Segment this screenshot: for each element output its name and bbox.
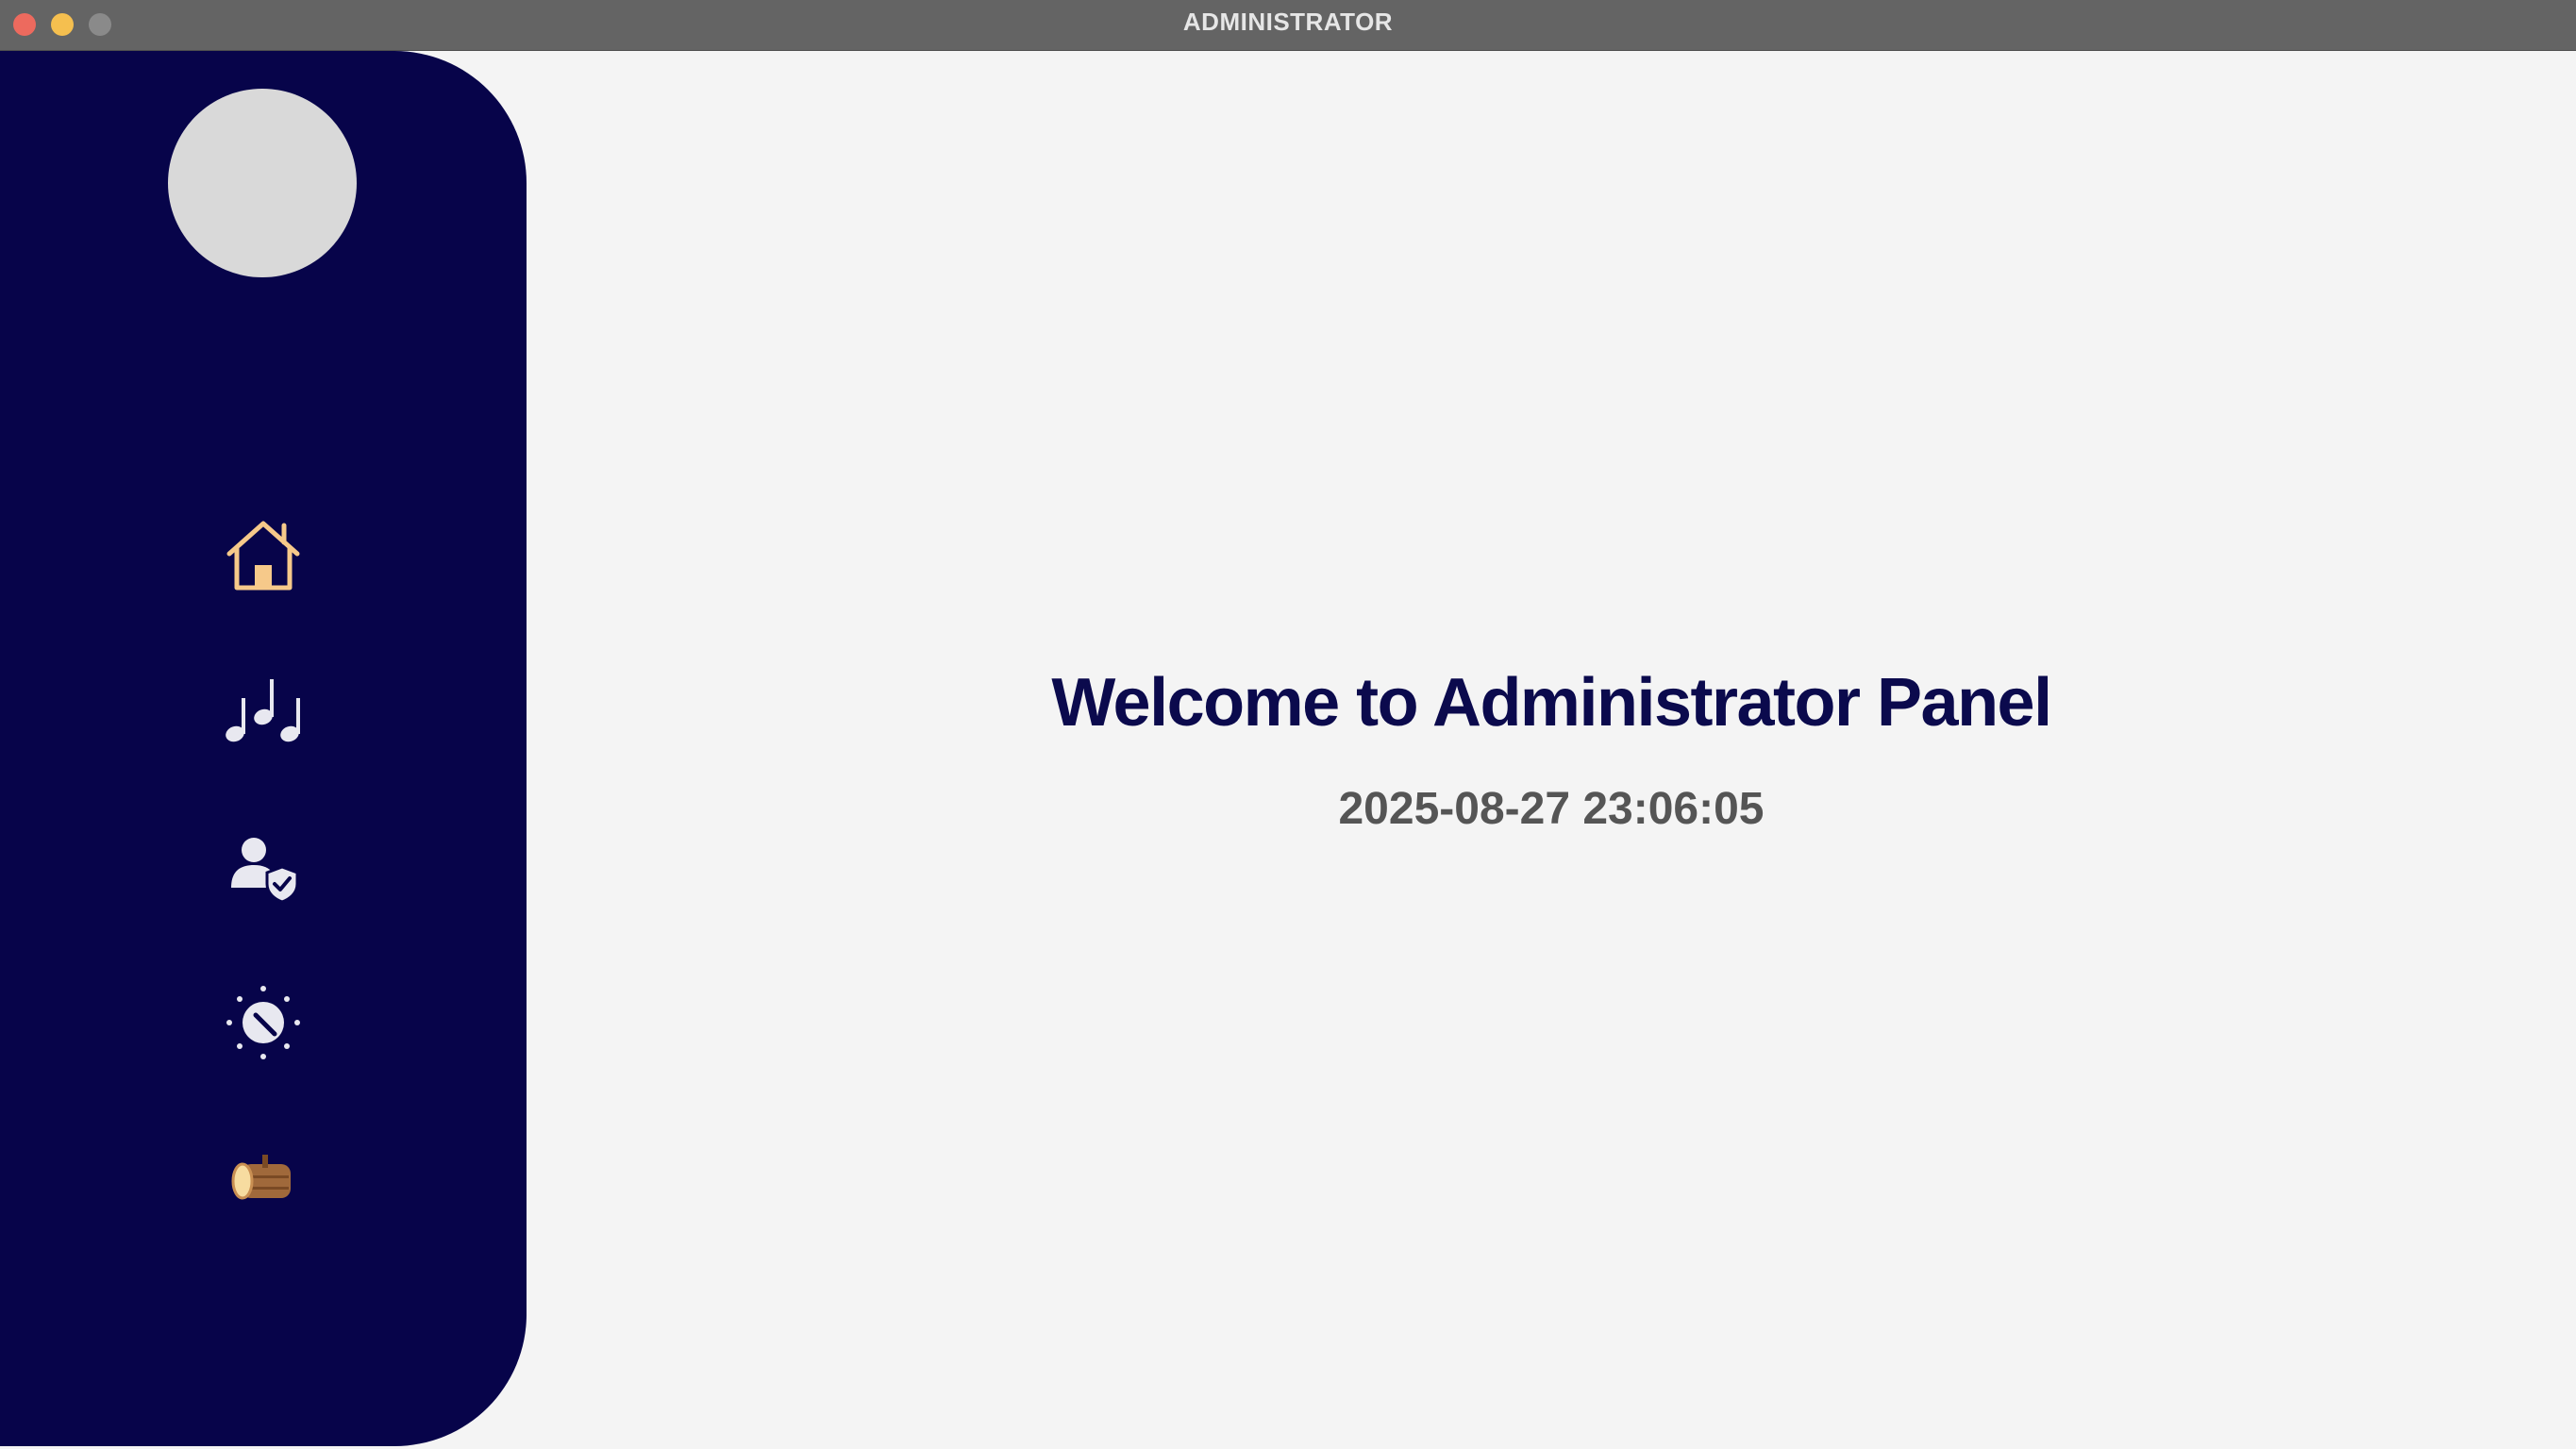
sidebar-item-music[interactable] — [216, 664, 310, 758]
sidebar-item-home[interactable] — [216, 508, 310, 603]
page-title: Welcome to Administrator Panel — [1051, 665, 2052, 741]
app-window: ADMINISTRATOR Welcome to Administrator P… — [0, 0, 2576, 1449]
sidebar-item-logs[interactable] — [216, 1131, 310, 1225]
sidebar — [0, 51, 527, 1446]
sidebar-item-dial[interactable] — [216, 975, 310, 1070]
dial-icon — [226, 986, 300, 1059]
datetime-display: 2025-08-27 23:06:05 — [1338, 784, 1765, 834]
log-icon — [231, 1155, 291, 1200]
window-title: ADMINISTRATOR — [1182, 8, 1394, 36]
music-notes-icon — [226, 679, 300, 742]
title-bar[interactable]: ADMINISTRATOR — [0, 0, 2576, 51]
user-shield-icon — [231, 838, 299, 904]
sidebar-item-users[interactable] — [216, 820, 310, 914]
avatar[interactable] — [168, 89, 357, 277]
home-icon — [226, 521, 300, 591]
main-panel: Welcome to Administrator Panel 2025-08-2… — [527, 51, 2576, 1449]
content-area: Welcome to Administrator Panel 2025-08-2… — [0, 51, 2576, 1449]
